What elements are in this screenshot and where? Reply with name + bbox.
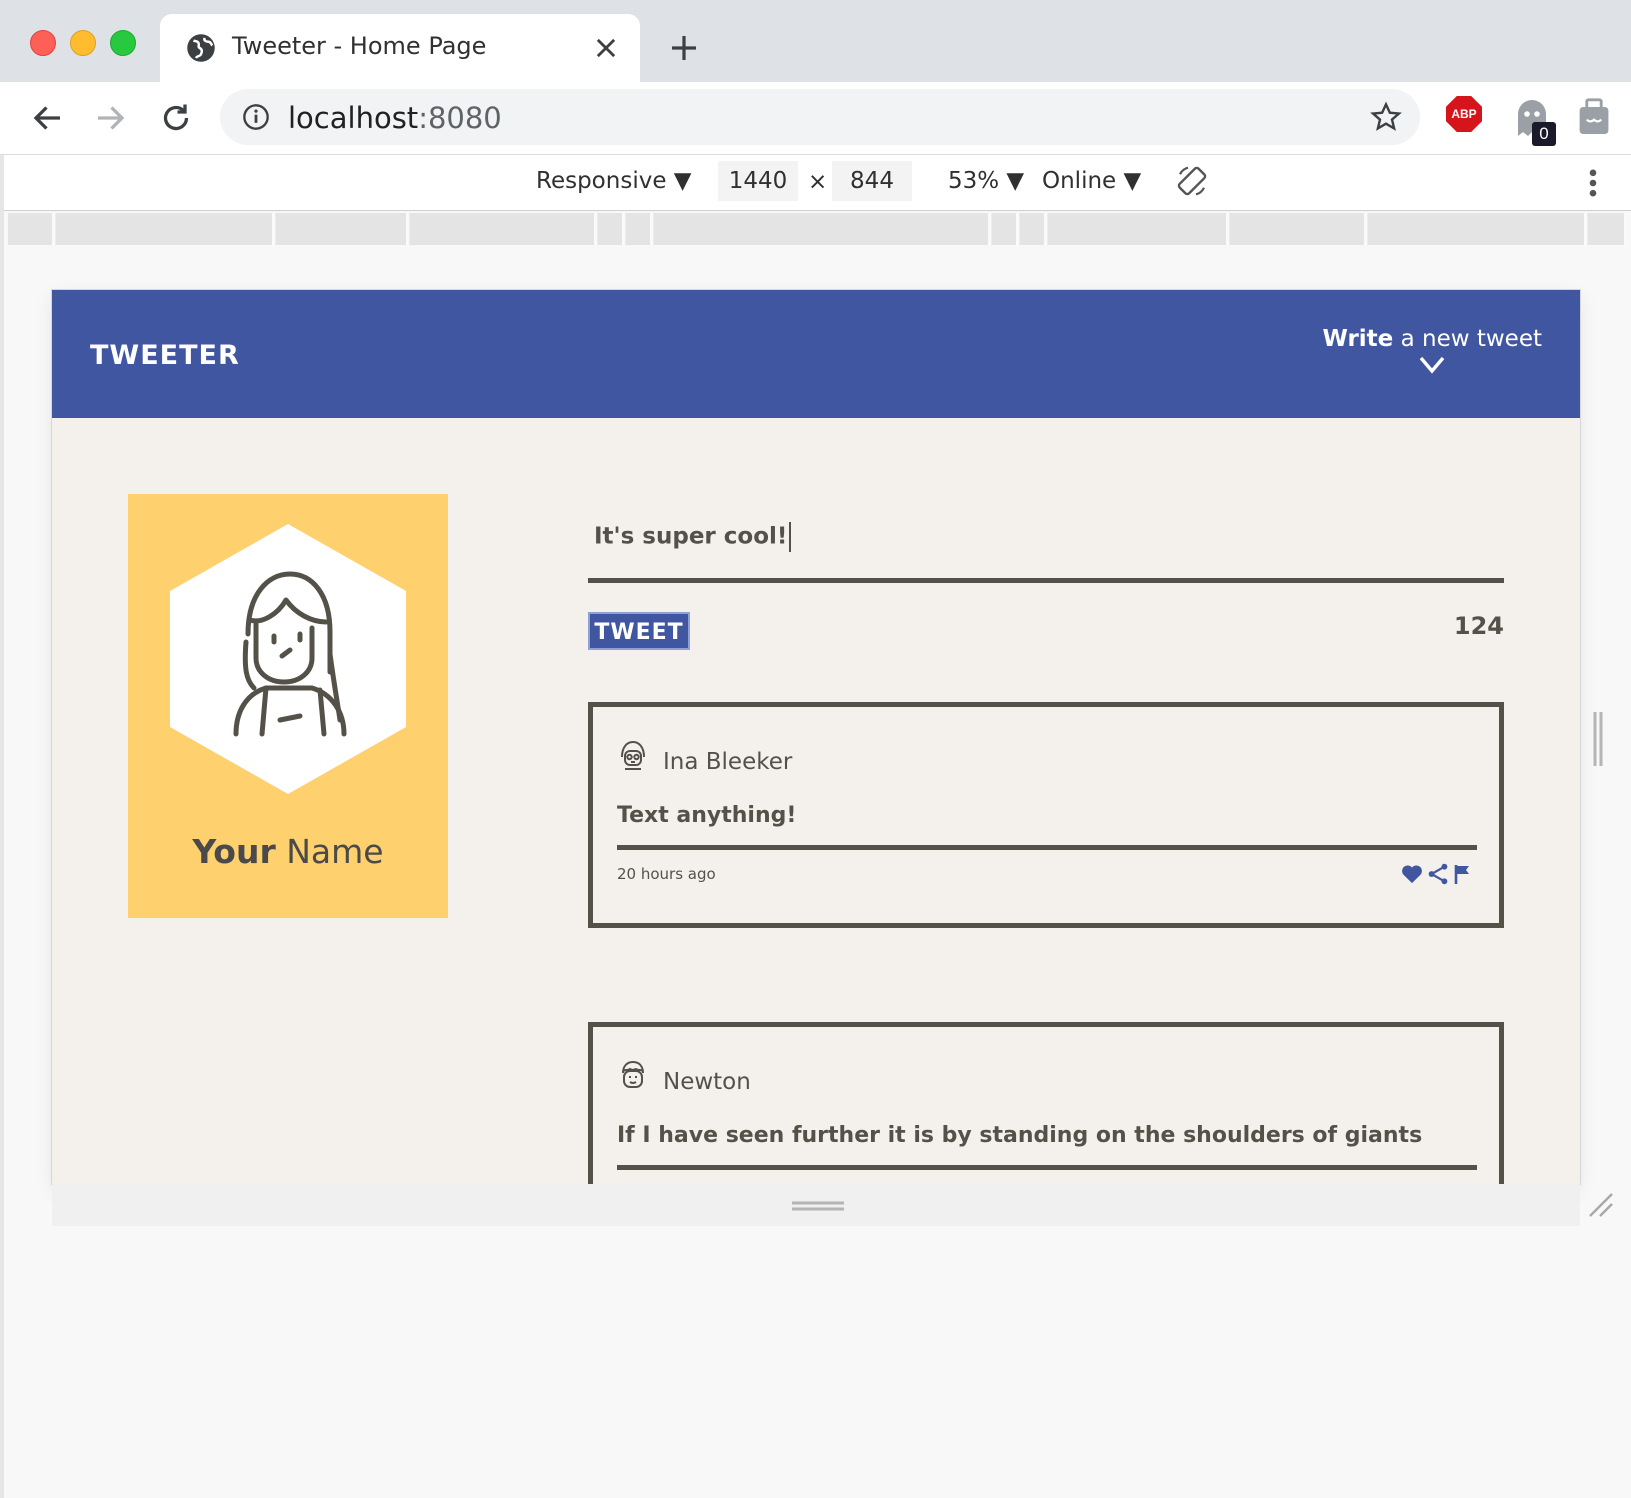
more-options-icon[interactable] [1589, 169, 1597, 197]
reload-icon[interactable] [158, 100, 194, 136]
info-icon[interactable] [242, 103, 270, 131]
ruler-segment[interactable] [1368, 213, 1587, 245]
tweet-text: If I have seen further it is by standing… [617, 1123, 1477, 1170]
chevron-down-icon[interactable] [1419, 356, 1445, 374]
tweet-author: Ina Bleeker [663, 749, 793, 775]
url-host: localhost [288, 101, 419, 135]
width-input[interactable]: 1440 [718, 161, 798, 201]
character-counter: 124 [1453, 612, 1504, 640]
throttling-label: Online [1042, 168, 1117, 194]
avatar [170, 524, 406, 794]
write-bold: Write [1322, 326, 1394, 352]
profile-name-first: Your [192, 832, 276, 871]
tweet-card: Newton If I have seen further it is by s… [588, 1022, 1504, 1184]
bookmark-star-icon[interactable] [1370, 101, 1402, 133]
ruler-segment[interactable] [598, 213, 625, 245]
ruler-segment[interactable] [626, 213, 653, 245]
ruler-segment[interactable] [1048, 213, 1229, 245]
browser-toolbar: localhost:8080 ABP 0 [0, 82, 1631, 155]
devtools-side-panel-edge [0, 155, 4, 1498]
ruler-segment[interactable] [654, 213, 991, 245]
url-port: :8080 [418, 101, 502, 135]
tweet-card: Ina Bleeker Text anything! 20 hours ago [588, 702, 1504, 928]
ruler-segment[interactable] [276, 213, 409, 245]
bucket-extension-icon[interactable] [1576, 96, 1612, 136]
emulated-viewport: TWEETER Write a new tweet Your Name It's… [52, 290, 1580, 1184]
zoom-select[interactable]: 53% ▼ [948, 168, 1024, 194]
zoom-label: 53% [948, 168, 1000, 194]
ruler-segment[interactable] [1230, 213, 1367, 245]
extension-badge: 0 [1532, 122, 1556, 146]
app-header: TWEETER Write a new tweet [52, 290, 1580, 418]
profile-name: Your Name [128, 832, 448, 871]
new-tab-icon[interactable] [668, 32, 700, 64]
media-query-ruler[interactable] [8, 213, 1627, 245]
close-window-button[interactable] [30, 30, 56, 56]
device-mode-select[interactable]: Responsive ▼ [536, 168, 691, 194]
author-avatar-icon [621, 740, 645, 770]
close-icon[interactable] [592, 34, 620, 62]
throttling-select[interactable]: Online ▼ [1042, 168, 1141, 194]
minimize-window-button[interactable] [70, 30, 96, 56]
resize-corner-icon[interactable] [1586, 1190, 1614, 1218]
adblock-extension-icon[interactable]: ABP [1446, 96, 1482, 132]
forward-arrow-icon[interactable] [92, 100, 128, 136]
device-toolbar: Responsive ▼ 1440 × 844 53% ▼ Online ▼ [0, 155, 1631, 211]
resize-handle-vertical-icon[interactable] [1592, 712, 1604, 766]
globe-icon [187, 34, 215, 62]
profile-card: Your Name [128, 494, 448, 918]
app-logo[interactable]: TWEETER [90, 340, 240, 371]
height-input[interactable]: 844 [832, 161, 912, 201]
tweet-button[interactable]: TWEET [588, 612, 690, 650]
tab-strip: Tweeter - Home Page [0, 0, 1631, 82]
tweet-compose-input[interactable]: It's super cool! [588, 512, 1504, 583]
write-rest: a new tweet [1393, 326, 1542, 352]
ruler-segment[interactable] [1020, 213, 1047, 245]
ruler-segment[interactable] [8, 213, 55, 245]
author-avatar-icon [622, 1060, 644, 1088]
write-link-text: Write a new tweet [1322, 326, 1542, 352]
dimension-times: × [808, 169, 828, 195]
rotate-icon[interactable] [1176, 165, 1208, 197]
tweet-timestamp: 20 hours ago [617, 865, 716, 883]
compose-text: It's super cool! [594, 522, 792, 552]
tab-title: Tweeter - Home Page [232, 32, 487, 60]
ruler-segment[interactable] [56, 213, 275, 245]
flag-icon[interactable] [1453, 863, 1473, 885]
resize-handle-horizontal-icon[interactable] [792, 1200, 844, 1212]
tweet-text: Text anything! [617, 803, 1477, 850]
device-mode-label: Responsive [536, 168, 667, 194]
heart-icon[interactable] [1401, 863, 1423, 885]
tweet-author: Newton [663, 1069, 751, 1095]
maximize-window-button[interactable] [110, 30, 136, 56]
text-caret [789, 522, 792, 552]
ruler-segment[interactable] [1588, 213, 1627, 245]
address-bar[interactable]: localhost:8080 [220, 89, 1420, 145]
profile-name-last: Name [275, 832, 384, 871]
back-arrow-icon[interactable] [30, 100, 66, 136]
ruler-segment[interactable] [992, 213, 1019, 245]
browser-tab[interactable]: Tweeter - Home Page [160, 14, 640, 82]
write-new-tweet-link[interactable]: Write a new tweet [1322, 326, 1542, 374]
url-text: localhost:8080 [288, 101, 502, 135]
compose-value: It's super cool! [594, 523, 788, 550]
ruler-segment[interactable] [410, 213, 597, 245]
tweet-actions [1401, 863, 1473, 885]
share-icon[interactable] [1427, 863, 1449, 885]
